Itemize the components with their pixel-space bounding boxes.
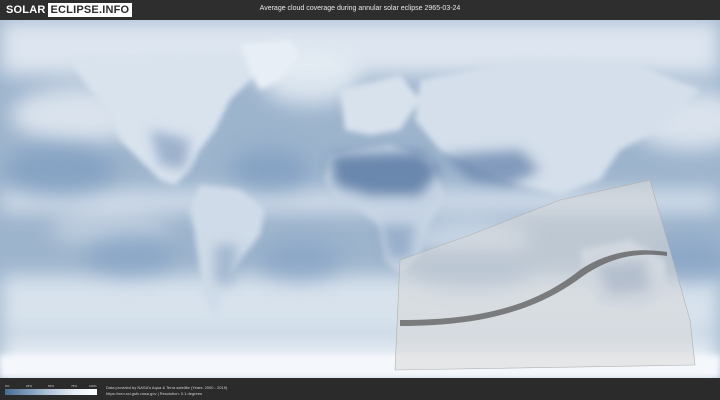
data-credits: Data provided by NASA's Aqua & Terra sat… bbox=[106, 385, 227, 397]
header-bar: SOLAR ECLIPSE.INFO Average cloud coverag… bbox=[0, 0, 720, 20]
page-title: Average cloud coverage during annular so… bbox=[259, 5, 461, 12]
legend-tick: 100% bbox=[89, 384, 97, 388]
legend-tick: 25% bbox=[26, 384, 33, 388]
legend-tick: 50% bbox=[48, 384, 55, 388]
legend-color-bar bbox=[5, 389, 97, 395]
credits-line-url[interactable]: https://neo.sci.gsfc.nasa.gov | Resoluti… bbox=[106, 391, 227, 397]
legend-tick: 0% bbox=[5, 384, 10, 388]
map-canvas bbox=[0, 20, 720, 378]
legend-tick: 75% bbox=[71, 384, 78, 388]
cloud-coverage-map bbox=[0, 20, 720, 378]
